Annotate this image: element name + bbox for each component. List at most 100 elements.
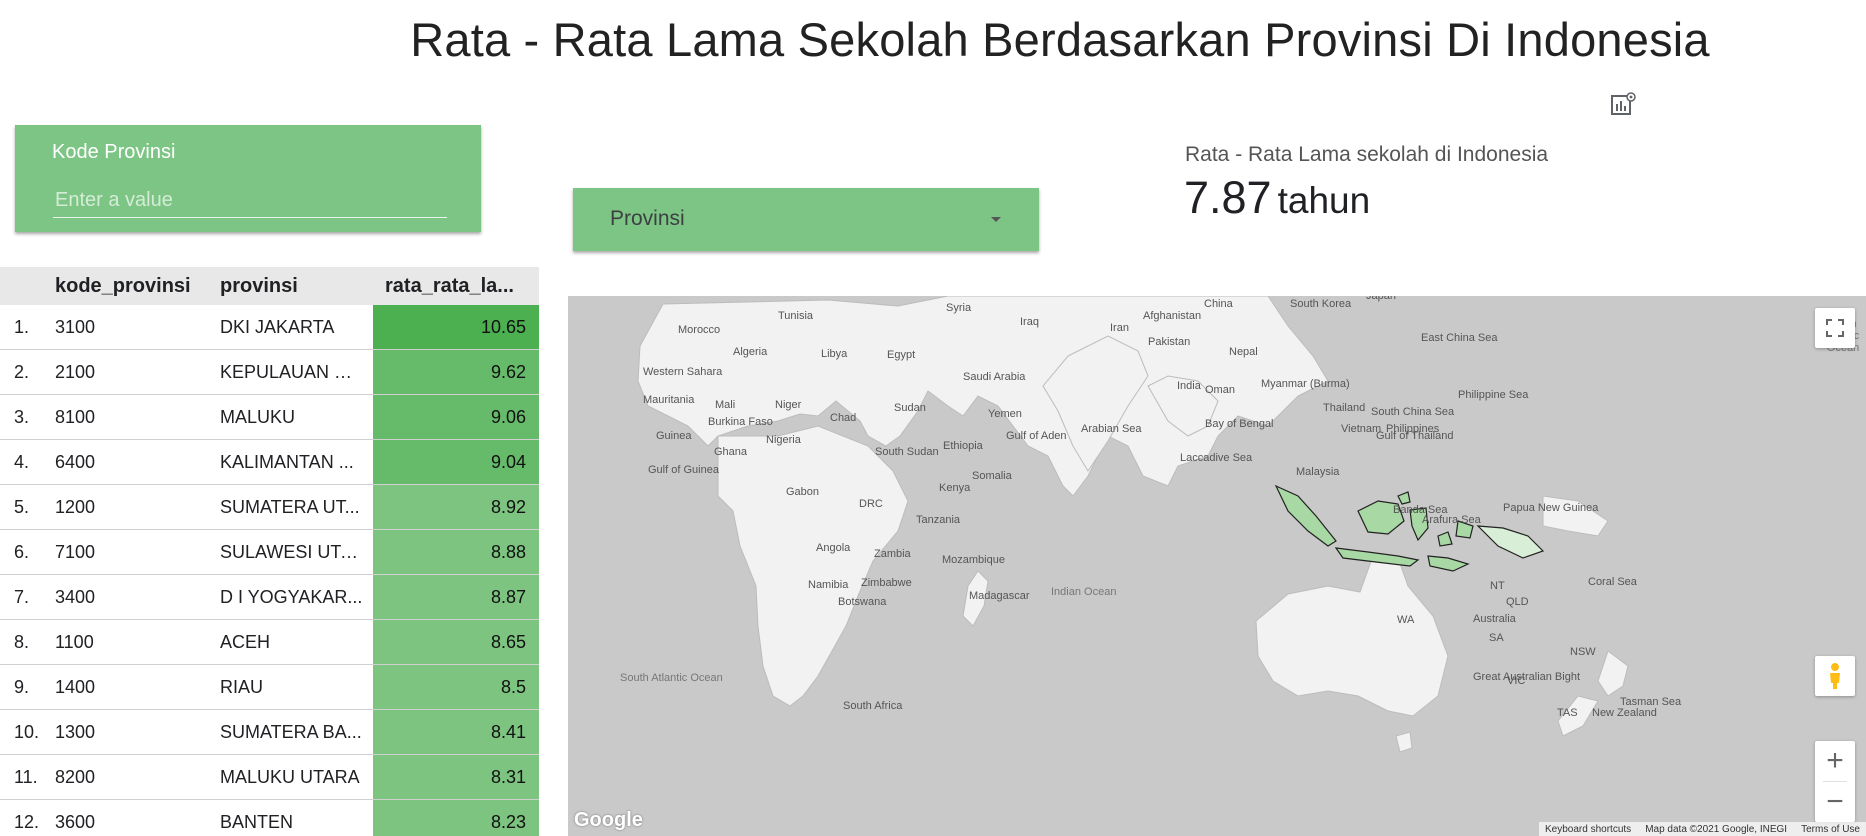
map-place-label: Gulf of Guinea — [648, 464, 719, 476]
dropdown-label: Provinsi — [610, 207, 685, 230]
fullscreen-button[interactable] — [1815, 308, 1855, 348]
map-place-label: SA — [1489, 632, 1504, 644]
row-index: 2. — [14, 362, 30, 382]
zoom-controls: + − — [1815, 741, 1855, 822]
map-place-label: Australia — [1473, 613, 1516, 625]
map-place-label: Papua New Guinea — [1503, 502, 1599, 514]
map-place-label: Afghanistan — [1143, 310, 1202, 322]
page-title: Rata - Rata Lama Sekolah Berdasarkan Pro… — [410, 13, 1710, 66]
map-place-label: South China Sea — [1371, 406, 1455, 418]
map-place-label: Somalia — [972, 470, 1012, 482]
map-place-label: Tanzania — [916, 514, 961, 526]
row-index: 1. — [14, 317, 30, 337]
table-row[interactable]: 4. 6400 KALIMANTAN ... 9.04 — [0, 440, 539, 485]
table-row[interactable]: 11. 8200 MALUKU UTARA 8.31 — [0, 755, 539, 800]
kode-provinsi-cell: 8200 — [55, 767, 96, 787]
rata-rata-value: 8.88 — [490, 542, 526, 562]
table-body: 1. 3100 DKI JAKARTA 10.65 2. 2100 KEPULAUAN RI… — [0, 305, 539, 836]
map-place-label: Mauritania — [643, 394, 695, 406]
table-row[interactable]: 1. 3100 DKI JAKARTA 10.65 — [0, 305, 539, 350]
rata-rata-cell: 8.88 — [373, 530, 539, 574]
table-row[interactable]: 3. 8100 MALUKU 9.06 — [0, 395, 539, 440]
rata-rata-cell: 8.92 — [373, 485, 539, 529]
map-place-label: Madagascar — [969, 590, 1030, 602]
row-index: 7. — [14, 587, 30, 607]
map-place-label: Arabian Sea — [1081, 423, 1142, 435]
kode-provinsi-cell: 1200 — [55, 497, 96, 517]
table-row[interactable]: 5. 1200 SUMATERA UT... 8.92 — [0, 485, 539, 530]
row-index: 8. — [14, 632, 30, 652]
kode-provinsi-cell: 7100 — [55, 542, 96, 562]
map-place-label: Chad — [830, 412, 857, 424]
map-place-label: Saudi Arabia — [963, 371, 1026, 383]
map-place-label: Nigeria — [766, 434, 801, 446]
map-place-label: Ghana — [714, 446, 748, 458]
map-place-label: Gulf of Aden — [1006, 430, 1067, 442]
map-place-label: South Sudan — [875, 446, 939, 458]
scorecard-value: 7.87 tahun — [1184, 172, 1370, 224]
table-row[interactable]: 12. 3600 BANTEN 8.23 — [0, 800, 539, 836]
map-place-label: VIC — [1507, 675, 1526, 687]
zoom-in-button[interactable]: + — [1815, 741, 1855, 781]
map-place-label: South Korea — [1290, 298, 1352, 310]
map-place-label: Great Australian Bight — [1473, 671, 1581, 683]
provinsi-cell: BANTEN — [220, 812, 294, 832]
scorecard-unit: tahun — [1277, 180, 1371, 221]
keyboard-shortcuts-link[interactable]: Keyboard shortcuts — [1545, 824, 1631, 835]
column-header-provinsi[interactable]: provinsi — [220, 275, 365, 298]
kode-provinsi-input[interactable] — [53, 183, 447, 218]
provinsi-cell: SUMATERA BA... — [220, 722, 362, 742]
map-place-label: Mali — [715, 399, 736, 411]
rata-rata-value: 8.23 — [490, 812, 526, 832]
table-row[interactable]: 9. 1400 RIAU 8.5 — [0, 665, 539, 710]
terms-of-use-link[interactable]: Terms of Use — [1801, 824, 1860, 835]
rata-rata-value: 9.06 — [490, 407, 526, 427]
street-view-pegman-button[interactable] — [1815, 656, 1855, 696]
provinsi-dropdown[interactable]: Provinsi — [573, 188, 1039, 251]
map-place-label: India — [1177, 380, 1201, 392]
map-data-credit: Map data ©2021 Google, INEGI — [1645, 823, 1788, 835]
map-place-label: Namibia — [808, 579, 849, 591]
row-index: 9. — [14, 677, 30, 697]
table-row[interactable]: 7. 3400 D I YOGYAKAR... 8.87 — [0, 575, 539, 620]
kode-provinsi-cell: 1100 — [55, 632, 94, 652]
map-place-label: NT — [1490, 580, 1505, 592]
rata-rata-value: 9.62 — [490, 362, 526, 382]
chart-settings-icon[interactable] — [1610, 92, 1636, 118]
map-place-label: Tunisia — [778, 310, 814, 322]
rata-rata-value: 8.31 — [490, 767, 526, 787]
rata-rata-value: 8.41 — [490, 722, 526, 742]
provinsi-cell: SULAWESI UTA... — [220, 542, 365, 562]
rata-rata-value: 10.65 — [480, 317, 526, 337]
map-place-label: Japan — [1366, 296, 1396, 302]
map-place-label: Botswana — [838, 596, 887, 608]
row-index: 4. — [14, 452, 30, 472]
geo-map[interactable]: China South Korea Japan Syria Iraq Iran Afghan… — [568, 296, 1866, 836]
map-place-label: Arafura Sea — [1422, 514, 1481, 526]
map-place-label: Nepal — [1229, 346, 1258, 358]
rata-rata-cell: 9.62 — [373, 350, 539, 394]
kode-provinsi-cell: 3100 — [55, 317, 96, 337]
map-attribution: Keyboard shortcuts Map data ©2021 Google… — [1539, 822, 1866, 836]
map-place-label: Ethiopia — [943, 440, 983, 452]
table-row[interactable]: 8. 1100 ACEH 8.65 — [0, 620, 539, 665]
zoom-out-button[interactable]: − — [1815, 782, 1855, 822]
pegman-icon — [1830, 663, 1840, 689]
table-row[interactable]: 6. 7100 SULAWESI UTA... 8.88 — [0, 530, 539, 575]
province-table: kode_provinsi provinsi rata_rata_la... 1… — [0, 267, 539, 836]
map-place-label: Sudan — [894, 402, 926, 414]
map-place-label: Bay of Bengal — [1205, 418, 1274, 430]
column-header-rata-rata[interactable]: rata_rata_la... — [385, 275, 535, 298]
provinsi-cell: KALIMANTAN ... — [220, 452, 354, 472]
rata-rata-cell: 8.65 — [373, 620, 539, 664]
kode-provinsi-cell: 1300 — [55, 722, 96, 742]
map-place-label: Zambia — [874, 548, 911, 560]
map-place-label: Gabon — [786, 486, 820, 498]
scorecard-label: Rata - Rata Lama sekolah di Indonesia — [1185, 143, 1549, 166]
map-place-label: Western Sahara — [643, 366, 723, 378]
table-row[interactable]: 10. 1300 SUMATERA BA... 8.41 — [0, 710, 539, 755]
column-header-kode[interactable]: kode_provinsi — [55, 275, 205, 298]
table-row[interactable]: 2. 2100 KEPULAUAN RI... 9.62 — [0, 350, 539, 395]
map-place-label: Angola — [816, 542, 851, 554]
rata-rata-value: 8.5 — [500, 677, 526, 697]
